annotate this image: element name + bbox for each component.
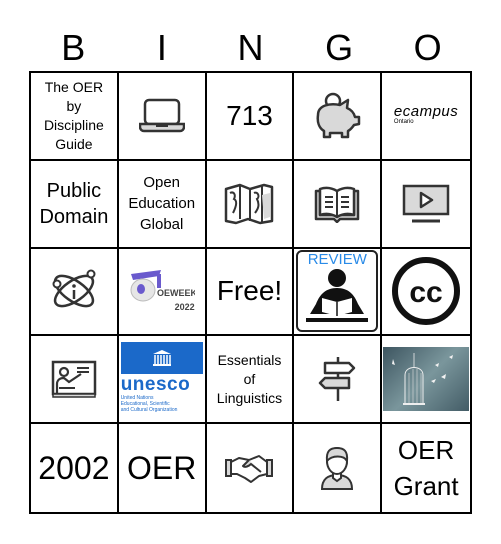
cell-text: 2002: [38, 450, 110, 487]
cell-birdcage[interactable]: [382, 336, 470, 425]
cell-essentials-of-linguistics[interactable]: Essentials of Linguistics: [206, 336, 295, 425]
cell-world-map[interactable]: [206, 160, 295, 249]
world-map-icon: [225, 183, 274, 224]
header-letter-i: I: [156, 27, 167, 68]
cell-signpost[interactable]: [294, 336, 383, 425]
temple-icon: [152, 350, 171, 367]
header-letter-b: B: [61, 27, 86, 68]
cell-unesco[interactable]: unesco United Nations Educational, Scien…: [118, 336, 207, 425]
ecampus-ontario-logo: ecampus Ontario: [393, 103, 459, 126]
cell-open-education-global[interactable]: Open Education Global: [118, 160, 207, 249]
cc-text: cc: [409, 276, 442, 309]
cell-713[interactable]: 713: [206, 73, 295, 161]
cell-text-line: Global: [140, 216, 184, 234]
cell-text-line: The OER: [44, 78, 104, 95]
cell-public-domain[interactable]: Public Domain: [31, 160, 119, 249]
header-letter-o: O: [413, 27, 442, 68]
review-label: REVIEW: [307, 251, 367, 269]
cell-handshake[interactable]: [207, 424, 295, 512]
cell-text-line: of: [243, 370, 256, 387]
cell-text-line: Public: [46, 179, 102, 202]
cell-oer[interactable]: OER: [119, 424, 207, 512]
handshake-icon: [225, 455, 274, 484]
unesco-temple-banner: [120, 342, 203, 375]
logo-subtext: Ontario: [393, 119, 414, 126]
cell-video[interactable]: [382, 161, 470, 249]
cell-text: Free!: [216, 275, 283, 307]
birdcage-photo: [383, 347, 470, 412]
cell-text-line: Linguistics: [216, 389, 283, 406]
cell-text-line: Domain: [39, 205, 109, 228]
person-icon: [321, 447, 354, 491]
cell-ecampus-ontario[interactable]: ecampus Ontario: [382, 73, 470, 161]
bingo-card: The OER by Discipline Guide 713 ecampus …: [29, 71, 472, 514]
cell-text-line: OER: [397, 435, 455, 466]
cell-text-line: Open: [143, 174, 181, 192]
cell-text: 713: [226, 99, 273, 131]
cell-teacher[interactable]: [31, 336, 119, 425]
cell-oer-discipline-guide[interactable]: The OER by Discipline Guide: [31, 73, 119, 161]
cell-creative-commons[interactable]: cc: [382, 249, 470, 337]
cell-laptop[interactable]: [118, 73, 207, 161]
laptop-icon: [138, 98, 185, 133]
cell-person[interactable]: [294, 424, 383, 512]
oeweek-2022-logo: OEWEEK 2022: [129, 270, 195, 312]
teacher-board-icon: [51, 361, 97, 399]
review-reader-icon: REVIEW: [296, 250, 379, 333]
cell-open-book[interactable]: [294, 160, 383, 249]
cell-2002[interactable]: 2002: [31, 424, 119, 512]
unesco-logo: unesco United Nations Educational, Scien…: [120, 342, 203, 416]
cell-oeweek-2022[interactable]: OEWEEK 2022: [118, 248, 207, 337]
oeweek-cap-icon: OEWEEK: [130, 270, 195, 302]
logo-text: ecampus: [393, 103, 459, 121]
cell-text-line: by: [66, 97, 82, 114]
cell-free[interactable]: Free!: [206, 248, 295, 337]
cell-text-line: Essentials: [217, 351, 282, 368]
cell-review[interactable]: REVIEW: [294, 248, 383, 337]
video-play-icon: [402, 184, 450, 223]
signpost-icon: [319, 357, 356, 402]
person-reading-icon: [306, 269, 369, 323]
unesco-subtitle-line: and Cultural Organization: [120, 407, 178, 414]
birdcage-illustration: [392, 353, 454, 406]
oeweek-year: 2022: [174, 302, 195, 313]
cell-piggy-bank[interactable]: [294, 73, 383, 161]
cell-text-line: Education: [128, 195, 196, 213]
cell-text: OER: [127, 450, 197, 487]
header-letter-g: G: [325, 27, 354, 68]
cell-oer-grant[interactable]: OER Grant: [382, 424, 470, 512]
cell-text-line: Guide: [55, 135, 93, 152]
cell-atom-info[interactable]: [31, 248, 119, 337]
open-book-icon: [315, 186, 360, 223]
cell-text-line: Discipline: [43, 116, 104, 133]
piggy-bank-icon: [316, 92, 361, 139]
creative-commons-icon: cc: [392, 257, 461, 326]
header-letter-n: N: [237, 27, 264, 68]
atom-info-icon: [52, 269, 96, 308]
cell-text-line: Grant: [393, 471, 459, 502]
unesco-wordmark: unesco: [120, 374, 191, 396]
oeweek-text: OEWEEK: [157, 288, 195, 298]
bingo-header: B I N G O: [29, 28, 472, 68]
